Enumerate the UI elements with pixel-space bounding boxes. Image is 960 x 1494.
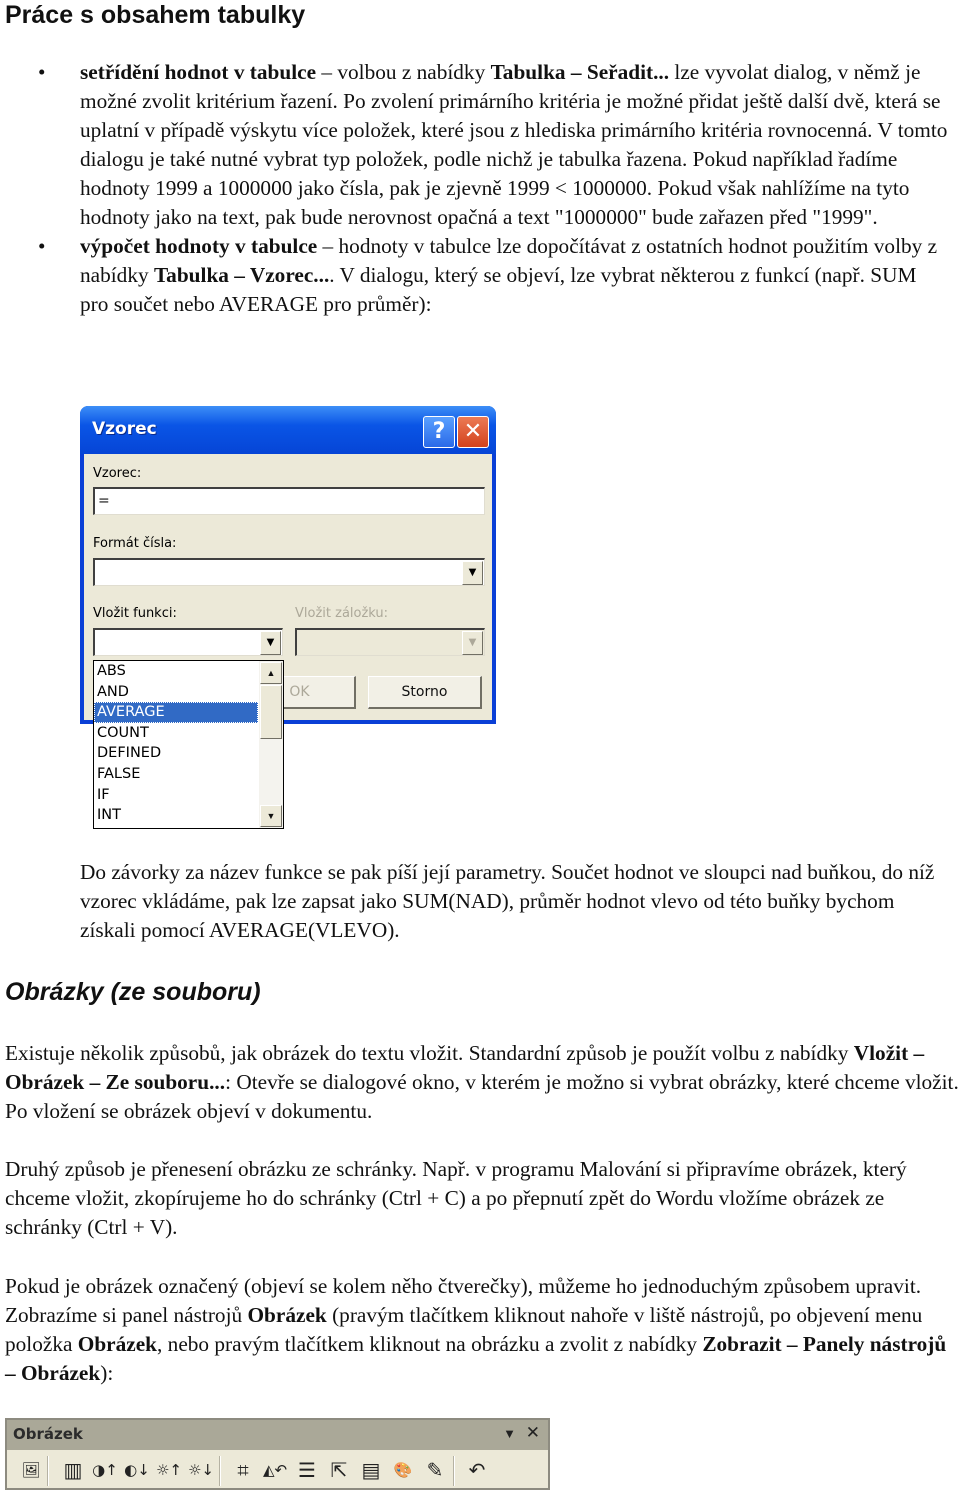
paragraph-text: ): xyxy=(100,1361,114,1385)
chevron-down-icon: ▼ xyxy=(462,631,483,655)
scrollbar[interactable]: ▲ ▼ xyxy=(259,661,283,828)
scroll-thumb[interactable] xyxy=(260,685,282,739)
menu-path: Tabulka – Seřadit... xyxy=(490,60,670,84)
toolbar-titlebar[interactable]: Obrázek ▼ ✕ xyxy=(7,1420,548,1450)
picture-toolbar: Obrázek ▼ ✕ 🖼 ▥ ◑↑ ◐↓ ☼↑ ☼↓ ⌗ ◭↶ ☰ ⇱ ▤ 🎨 ✎ ↶ xyxy=(5,1418,550,1490)
menu-path: Tabulka – Vzorec... xyxy=(153,263,330,287)
less-contrast-icon[interactable]: ◐↓ xyxy=(123,1456,151,1484)
function-option[interactable]: COUNT xyxy=(94,723,258,744)
paragraph: Pokud je obrázek označený (objeví se kol… xyxy=(5,1272,960,1388)
color-icon[interactable]: ▥ xyxy=(59,1456,87,1484)
function-list: ABS AND AVERAGE COUNT DEFINED FALSE IF INT xyxy=(94,661,258,826)
toolbar-title: Obrázek xyxy=(13,1425,83,1443)
reset-picture-icon[interactable]: ↶ xyxy=(463,1456,491,1484)
compress-pictures-icon[interactable]: ⇱ xyxy=(325,1456,353,1484)
function-option[interactable]: FALSE xyxy=(94,764,258,785)
number-format-label: Formát čísla: xyxy=(93,536,177,551)
more-brightness-icon[interactable]: ☼↑ xyxy=(155,1456,183,1484)
formula-input[interactable]: = xyxy=(93,487,485,515)
paragraph: Druhý způsob je přenesení obrázku ze sch… xyxy=(5,1157,907,1239)
function-dropdown-list[interactable]: ABS AND AVERAGE COUNT DEFINED FALSE IF INT ▲ ▼ xyxy=(93,660,284,829)
toolbar-options-icon[interactable]: ▼ xyxy=(503,1426,516,1442)
more-contrast-icon[interactable]: ◑↑ xyxy=(91,1456,119,1484)
scroll-up-icon[interactable]: ▲ xyxy=(260,662,282,684)
bullet-icon: • xyxy=(38,60,46,84)
bullet-list: • setřídění hodnot v tabulce – volbou z … xyxy=(0,58,960,319)
list-text: – volbou z nabídky xyxy=(316,60,491,84)
formula-label: Vzorec: xyxy=(93,466,142,481)
scroll-down-icon[interactable]: ▼ xyxy=(260,805,282,827)
function-option[interactable]: AND xyxy=(94,682,258,703)
bold-term: Obrázek xyxy=(77,1332,158,1356)
section-heading: Práce s obsahem tabulky xyxy=(5,1,306,29)
bold-term: výpočet hodnoty v tabulce xyxy=(80,234,318,258)
help-icon[interactable]: ? xyxy=(423,416,455,448)
text-wrapping-icon[interactable]: ▤ xyxy=(357,1456,385,1484)
bold-term: Obrázek xyxy=(247,1303,327,1327)
list-text: lze vyvolat dialog, v němž je možné zvol… xyxy=(80,60,948,229)
insert-picture-icon[interactable]: 🖼 xyxy=(17,1456,45,1484)
line-style-icon[interactable]: ☰ xyxy=(293,1456,321,1484)
less-brightness-icon[interactable]: ☼↓ xyxy=(187,1456,215,1484)
chevron-down-icon[interactable]: ▼ xyxy=(462,561,483,585)
rotate-left-icon[interactable]: ◭↶ xyxy=(261,1456,289,1484)
insert-function-select[interactable]: ▼ xyxy=(93,628,283,656)
number-format-select[interactable]: ▼ xyxy=(93,558,485,586)
list-item: • výpočet hodnoty v tabulce – hodnoty v … xyxy=(0,232,960,319)
paragraph-text: , nebo pravým tlačítkem kliknout na obrá… xyxy=(157,1332,703,1356)
close-icon[interactable]: ✕ xyxy=(526,1423,540,1443)
paragraph: Existuje několik způsobů, jak obrázek do… xyxy=(5,1039,960,1126)
section-heading: Obrázky (ze souboru) xyxy=(5,978,261,1006)
function-option[interactable]: IF xyxy=(94,785,258,806)
list-item: • setřídění hodnot v tabulce – volbou z … xyxy=(0,58,960,232)
function-option[interactable]: AVERAGE xyxy=(94,702,258,723)
insert-bookmark-label: Vložit záložku: xyxy=(295,606,389,621)
paragraph-text: Existuje několik způsobů, jak obrázek do… xyxy=(5,1041,854,1065)
insert-bookmark-select: ▼ xyxy=(295,628,485,656)
dialog-titlebar: Vzorec ? ✕ xyxy=(80,406,496,454)
bullet-icon: • xyxy=(38,234,46,258)
paragraph: Do závorky za název funkce se pak píší j… xyxy=(80,860,935,942)
function-option[interactable]: ABS xyxy=(94,661,258,682)
cancel-button[interactable]: Storno xyxy=(368,676,482,709)
toolbar-buttons: 🖼 ▥ ◑↑ ◐↓ ☼↑ ☼↓ ⌗ ◭↶ ☰ ⇱ ▤ 🎨 ✎ ↶ xyxy=(7,1452,548,1488)
bold-term: setřídění hodnot v tabulce xyxy=(80,60,317,84)
format-picture-icon[interactable]: 🎨 xyxy=(389,1456,417,1484)
chevron-down-icon[interactable]: ▼ xyxy=(260,631,281,655)
toolbar-separator xyxy=(219,1456,221,1486)
insert-function-label: Vložit funkci: xyxy=(93,606,177,621)
crop-icon[interactable]: ⌗ xyxy=(229,1456,257,1484)
function-option[interactable]: INT xyxy=(94,805,258,826)
toolbar-separator xyxy=(453,1456,455,1486)
close-icon[interactable]: ✕ xyxy=(457,416,489,448)
dialog-title: Vzorec xyxy=(92,419,157,439)
toolbar-separator xyxy=(47,1456,49,1486)
function-option[interactable]: DEFINED xyxy=(94,743,258,764)
set-transparent-color-icon[interactable]: ✎ xyxy=(421,1456,449,1484)
